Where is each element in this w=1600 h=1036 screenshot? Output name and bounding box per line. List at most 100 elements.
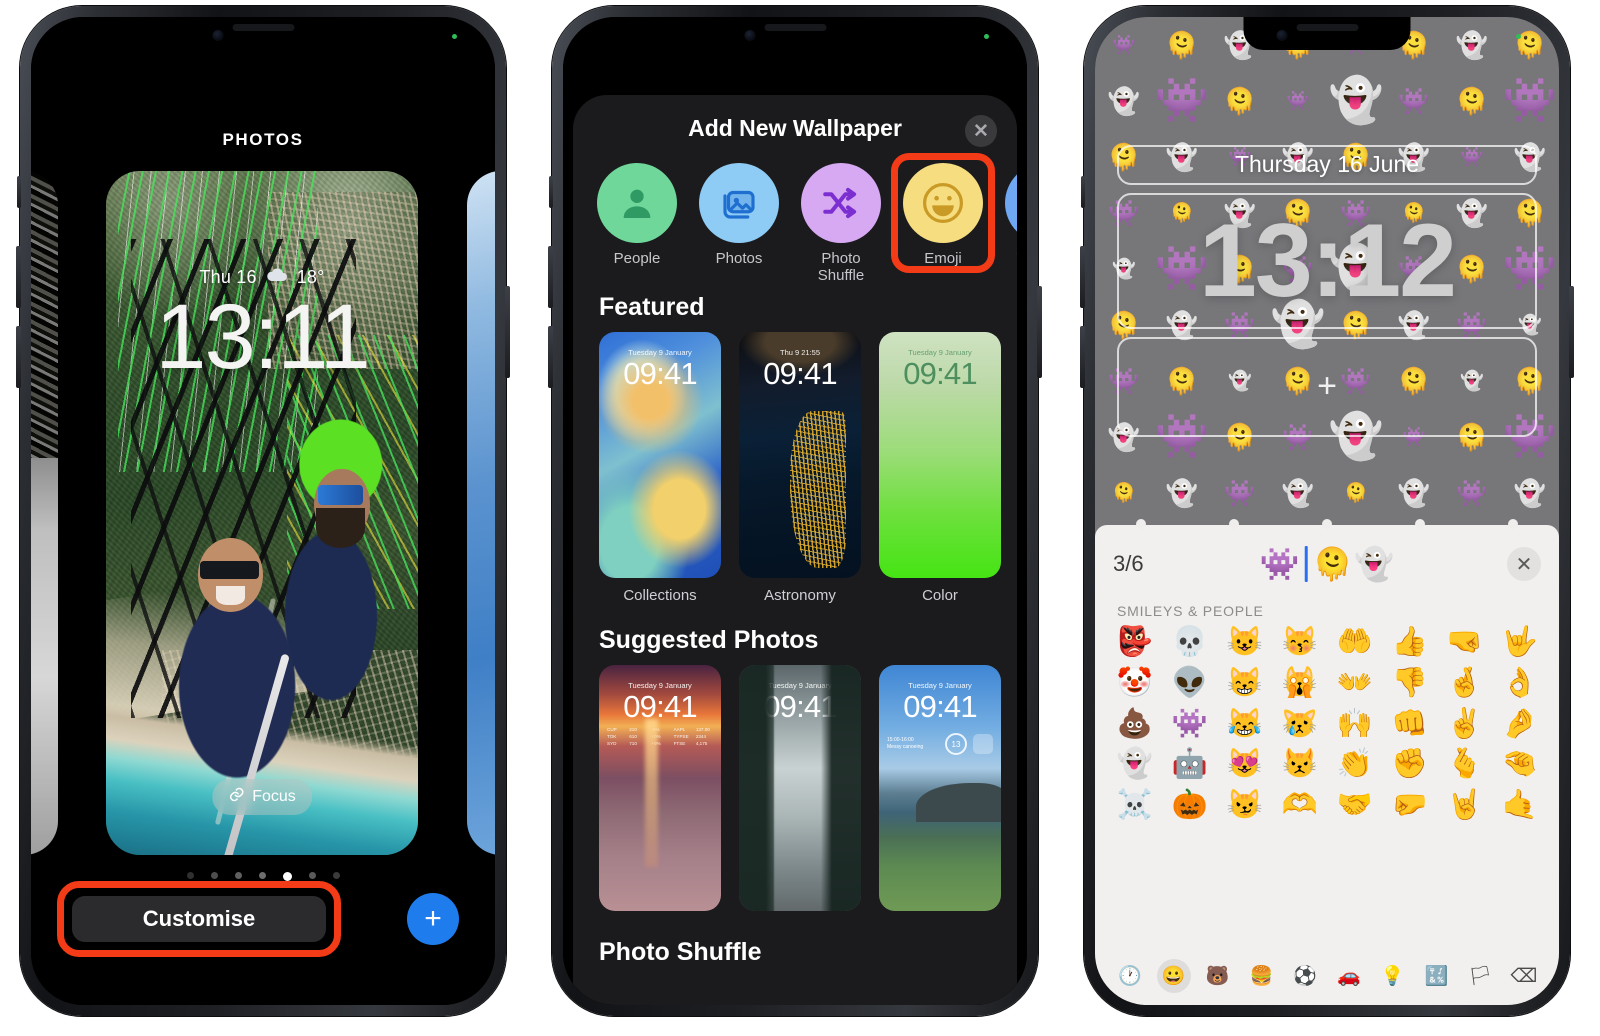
page-dot[interactable] (186, 872, 194, 879)
selected-emoji-field[interactable]: 👾 🫠 👻 (1260, 546, 1394, 582)
close-icon[interactable]: ✕ (965, 115, 997, 147)
emoji-cell[interactable]: 🫰 (1446, 747, 1482, 782)
emoji-cell[interactable]: 😻 (1226, 747, 1262, 782)
wallpaper-category-row[interactable]: People Photos Photo Shuffle Emoji (573, 153, 1017, 287)
mute-switch[interactable] (549, 176, 553, 208)
emoji-cell[interactable]: 🤜 (1446, 625, 1482, 660)
power-button[interactable] (1569, 286, 1574, 378)
emoji-cell[interactable]: 😽 (1281, 625, 1317, 660)
emoji-cell[interactable]: 🎃 (1171, 788, 1207, 823)
emoji-cell[interactable]: 🤙 (1501, 788, 1537, 823)
volume-down-button[interactable] (548, 326, 553, 388)
category-emoji[interactable]: Emoji (891, 153, 995, 287)
wallpaper-carousel[interactable]: Thu 16 18° 13:11 Focus (31, 171, 495, 861)
customise-button[interactable]: Customise (72, 896, 326, 942)
suggested-photos-row[interactable]: Tuesday 9 January 09:41 CUP 210 -8% AAPL… (573, 665, 1017, 920)
emoji-cell[interactable]: 👏 (1336, 747, 1372, 782)
category-photo-shuffle[interactable]: Photo Shuffle (801, 163, 881, 287)
emoji-cell[interactable]: 👻 (1116, 747, 1152, 782)
emoji-cell[interactable]: 🤞 (1446, 666, 1482, 701)
objects-icon[interactable]: 💡 (1376, 959, 1410, 993)
emoji-cell[interactable]: 🙀 (1281, 666, 1317, 701)
category-weather[interactable]: Weather (1005, 163, 1017, 287)
backspace-icon[interactable]: ⌫ (1507, 959, 1541, 993)
animals-icon[interactable]: 🐻 (1201, 959, 1235, 993)
emoji-grid[interactable]: 👺 💀 😺 😽 🤲 👍 🤜 🤟 🤡 👽 😸 🙀 👐 👎 🤞 👌 💩 👾 😹 😿 🙌 👊 ✌️ 🤌 👻 🤖 😻 😾 👏 ✊ 🫰 🤏 ☠️ 🎃 😼 🫶 🤝 🤛… (1095, 625, 1559, 823)
power-button[interactable] (505, 286, 510, 378)
volume-up-button[interactable] (1080, 246, 1085, 308)
stocks-widget: CUP 210 -8% AAPL 137.00 TOK 610 +0% TYPS… (607, 727, 713, 755)
emoji-cell[interactable]: 👌 (1501, 666, 1537, 701)
travel-icon[interactable]: 🚗 (1332, 959, 1366, 993)
smileys-icon[interactable]: 😀 (1156, 959, 1191, 993)
suggested-thumb-coast[interactable]: Tuesday 9 January 09:41 15:00-16:00 Mess… (879, 665, 1001, 920)
emoji-cell[interactable]: 👺 (1116, 625, 1152, 660)
emoji-cell[interactable]: 😾 (1281, 747, 1317, 782)
emoji-cell[interactable]: ✊ (1391, 747, 1427, 782)
emoji-cell[interactable]: 👐 (1336, 666, 1372, 701)
emoji-cell[interactable]: 👍 (1391, 625, 1427, 660)
add-widget-plus-icon[interactable]: + (1317, 367, 1337, 406)
emoji-cell[interactable]: 💩 (1116, 707, 1152, 742)
page-dot[interactable] (234, 872, 242, 879)
emoji-cell[interactable]: 🤌 (1501, 707, 1537, 742)
emoji-cell[interactable]: 💀 (1171, 625, 1207, 660)
emoji-cell[interactable]: 🤝 (1336, 788, 1372, 823)
emoji-cell[interactable]: ✌️ (1446, 707, 1482, 742)
category-people[interactable]: People (597, 163, 677, 287)
emoji-cell[interactable]: 😼 (1226, 788, 1262, 823)
emoji-cell[interactable]: 👊 (1391, 707, 1427, 742)
volume-up-button[interactable] (548, 246, 553, 308)
recent-clock-icon[interactable]: 🕐 (1113, 959, 1147, 993)
add-wallpaper-button[interactable]: + (407, 893, 459, 945)
emoji-cell[interactable]: 👾 (1171, 707, 1207, 742)
suggested-thumb-sunset[interactable]: Tuesday 9 January 09:41 CUP 210 -8% AAPL… (599, 665, 721, 920)
wallpaper-card-current[interactable]: Thu 16 18° 13:11 Focus (106, 171, 418, 855)
wallpaper-thumb-astronomy[interactable]: Thu 9 21:55 09:41 Astronomy (739, 332, 861, 604)
emoji-cell[interactable]: 🤡 (1116, 666, 1152, 701)
emoji-cell[interactable]: 😹 (1226, 707, 1262, 742)
focus-badge[interactable]: Focus (212, 779, 312, 815)
emoji-cell[interactable]: 🤏 (1501, 747, 1537, 782)
page-dot[interactable] (332, 872, 340, 879)
front-camera-icon (212, 30, 224, 41)
mute-switch[interactable] (17, 176, 21, 208)
close-icon[interactable]: ✕ (1507, 547, 1541, 581)
volume-up-button[interactable] (16, 246, 21, 308)
flags-icon[interactable]: 🏳 (1463, 959, 1497, 993)
symbols-icon[interactable]: 🔣 (1419, 959, 1453, 993)
page-dot[interactable] (258, 872, 266, 879)
wallpaper-thumb-collections[interactable]: Tuesday 9 January 09:41 Collections (599, 332, 721, 604)
page-dot-active[interactable] (282, 872, 292, 881)
emoji-cell[interactable]: 😿 (1281, 707, 1317, 742)
emoji-cell[interactable]: ☠️ (1116, 788, 1152, 823)
power-button[interactable] (1037, 286, 1042, 378)
page-dot[interactable] (210, 872, 218, 879)
category-photos[interactable]: Photos (699, 163, 779, 287)
emoji-cell[interactable]: 🤲 (1336, 625, 1372, 660)
emoji-cell[interactable]: 🤛 (1391, 788, 1427, 823)
emoji-cell[interactable]: 🫶 (1281, 788, 1317, 823)
mute-switch[interactable] (1081, 176, 1085, 208)
page-dot[interactable] (308, 872, 316, 879)
wallpaper-emoji: 🫠 (1112, 482, 1136, 504)
wallpaper-thumb-color[interactable]: Tuesday 9 January 09:41 Color (879, 332, 1001, 604)
wallpaper-card-previous[interactable] (31, 171, 58, 855)
emoji-cell[interactable]: 🙌 (1336, 707, 1372, 742)
volume-down-button[interactable] (1080, 326, 1085, 388)
emoji-cell[interactable]: 😸 (1226, 666, 1262, 701)
emoji-cell[interactable]: 🤟 (1501, 625, 1537, 660)
emoji-cell[interactable]: 👎 (1391, 666, 1427, 701)
notch (1243, 17, 1411, 50)
emoji-cell[interactable]: 👽 (1171, 666, 1207, 701)
wallpaper-card-next[interactable] (467, 171, 495, 855)
food-icon[interactable]: 🍔 (1244, 959, 1278, 993)
featured-row[interactable]: Tuesday 9 January 09:41 Collections Thu … (573, 332, 1017, 604)
activities-icon[interactable]: ⚽ (1288, 959, 1322, 993)
emoji-category-bar[interactable]: 🕐 😀 🐻 🍔 ⚽ 🚗 💡 🔣 🏳 ⌫ (1095, 953, 1559, 999)
emoji-cell[interactable]: 😺 (1226, 625, 1262, 660)
emoji-cell[interactable]: 🤖 (1171, 747, 1207, 782)
volume-down-button[interactable] (16, 326, 21, 388)
emoji-cell[interactable]: 🤘 (1446, 788, 1482, 823)
suggested-thumb-forest[interactable]: Tuesday 9 January 09:41 (739, 665, 861, 920)
